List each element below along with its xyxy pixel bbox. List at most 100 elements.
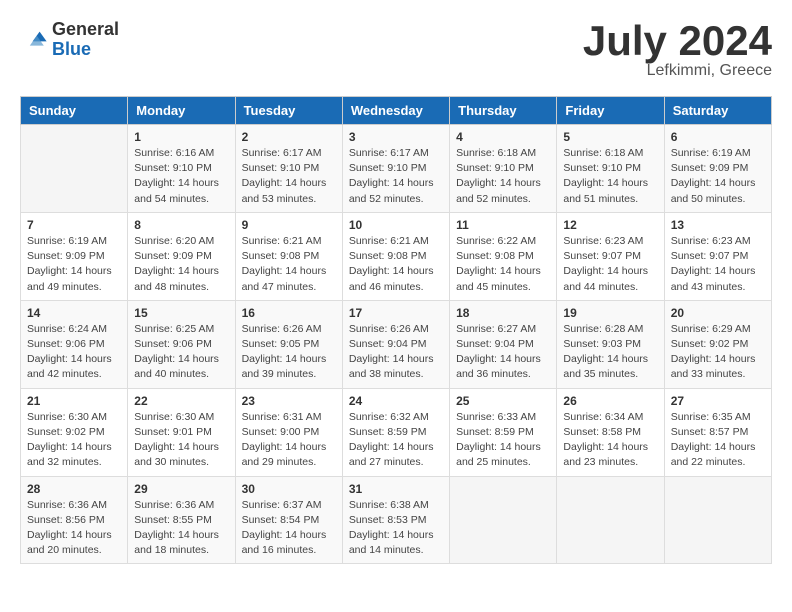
day-number: 31 (349, 482, 443, 496)
day-info: Sunrise: 6:26 AMSunset: 9:04 PMDaylight:… (349, 322, 443, 383)
day-cell (450, 476, 557, 564)
day-cell: 12 Sunrise: 6:23 AMSunset: 9:07 PMDayligh… (557, 212, 664, 300)
day-info: Sunrise: 6:29 AMSunset: 9:02 PMDaylight:… (671, 322, 765, 383)
day-cell: 23 Sunrise: 6:31 AMSunset: 9:00 PMDayligh… (235, 388, 342, 476)
day-number: 5 (563, 130, 657, 144)
location: Lefkimmi, Greece (583, 62, 772, 80)
title-block: July 2024 Lefkimmi, Greece (583, 20, 772, 80)
day-info: Sunrise: 6:23 AMSunset: 9:07 PMDaylight:… (563, 234, 657, 295)
day-cell: 27 Sunrise: 6:35 AMSunset: 8:57 PMDayligh… (664, 388, 771, 476)
day-cell: 3Sunrise: 6:17 AMSunset: 9:10 PMDaylight… (342, 125, 449, 213)
week-row-3: 14 Sunrise: 6:24 AMSunset: 9:06 PMDayligh… (21, 300, 772, 388)
day-number: 1 (134, 130, 228, 144)
day-cell: 2 Sunrise: 6:17 AMSunset: 9:10 PMDaylight… (235, 125, 342, 213)
logo-icon (20, 26, 48, 54)
day-number: 7 (27, 218, 121, 232)
day-number: 23 (242, 394, 336, 408)
day-cell: 28 Sunrise: 6:36 AMSunset: 8:56 PMDayligh… (21, 476, 128, 564)
day-info: Sunrise: 6:18 AMSunset: 9:10 PMDaylight:… (456, 146, 550, 207)
day-info: Sunrise: 6:28 AMSunset: 9:03 PMDaylight:… (563, 322, 657, 383)
header-friday: Friday (557, 97, 664, 125)
day-info: Sunrise: 6:21 AMSunset: 9:08 PMDaylight:… (349, 234, 443, 295)
day-number: 25 (456, 394, 550, 408)
day-info: Sunrise: 6:30 AMSunset: 9:01 PMDaylight:… (134, 410, 228, 471)
day-number: 21 (27, 394, 121, 408)
day-number: 12 (563, 218, 657, 232)
day-cell: 21Sunrise: 6:30 AMSunset: 9:02 PMDayligh… (21, 388, 128, 476)
day-cell (664, 476, 771, 564)
day-info: Sunrise: 6:20 AMSunset: 9:09 PMDaylight:… (134, 234, 228, 295)
day-info: Sunrise: 6:27 AMSunset: 9:04 PMDaylight:… (456, 322, 550, 383)
logo-blue: Blue (52, 40, 119, 60)
day-number: 19 (563, 306, 657, 320)
day-cell: 30Sunrise: 6:37 AMSunset: 8:54 PMDayligh… (235, 476, 342, 564)
day-number: 13 (671, 218, 765, 232)
day-number: 26 (563, 394, 657, 408)
day-info: Sunrise: 6:17 AMSunset: 9:10 PMDaylight:… (242, 146, 336, 207)
header-row: SundayMondayTuesdayWednesdayThursdayFrid… (21, 97, 772, 125)
day-cell: 1Sunrise: 6:16 AMSunset: 9:10 PMDaylight… (128, 125, 235, 213)
day-cell: 22 Sunrise: 6:30 AMSunset: 9:01 PMDayligh… (128, 388, 235, 476)
day-number: 16 (242, 306, 336, 320)
day-number: 27 (671, 394, 765, 408)
day-info: Sunrise: 6:36 AMSunset: 8:55 PMDaylight:… (134, 498, 228, 559)
logo-text: General Blue (52, 20, 119, 60)
day-info: Sunrise: 6:34 AMSunset: 8:58 PMDaylight:… (563, 410, 657, 471)
week-row-4: 21Sunrise: 6:30 AMSunset: 9:02 PMDayligh… (21, 388, 772, 476)
day-info: Sunrise: 6:21 AMSunset: 9:08 PMDaylight:… (242, 234, 336, 295)
day-number: 24 (349, 394, 443, 408)
header-tuesday: Tuesday (235, 97, 342, 125)
day-cell: 14 Sunrise: 6:24 AMSunset: 9:06 PMDayligh… (21, 300, 128, 388)
week-row-5: 28 Sunrise: 6:36 AMSunset: 8:56 PMDayligh… (21, 476, 772, 564)
day-info: Sunrise: 6:24 AMSunset: 9:06 PMDaylight:… (27, 322, 121, 383)
day-info: Sunrise: 6:23 AMSunset: 9:07 PMDaylight:… (671, 234, 765, 295)
day-cell: 17Sunrise: 6:26 AMSunset: 9:04 PMDayligh… (342, 300, 449, 388)
page-header: General Blue July 2024 Lefkimmi, Greece (20, 20, 772, 80)
day-info: Sunrise: 6:19 AMSunset: 9:09 PMDaylight:… (671, 146, 765, 207)
day-cell: 20 Sunrise: 6:29 AMSunset: 9:02 PMDayligh… (664, 300, 771, 388)
day-info: Sunrise: 6:33 AMSunset: 8:59 PMDaylight:… (456, 410, 550, 471)
day-info: Sunrise: 6:36 AMSunset: 8:56 PMDaylight:… (27, 498, 121, 559)
day-cell: 7Sunrise: 6:19 AMSunset: 9:09 PMDaylight… (21, 212, 128, 300)
day-cell: 19 Sunrise: 6:28 AMSunset: 9:03 PMDayligh… (557, 300, 664, 388)
day-number: 4 (456, 130, 550, 144)
day-cell: 31 Sunrise: 6:38 AMSunset: 8:53 PMDayligh… (342, 476, 449, 564)
day-number: 30 (242, 482, 336, 496)
logo-general: General (52, 20, 119, 40)
day-cell: 5Sunrise: 6:18 AMSunset: 9:10 PMDaylight… (557, 125, 664, 213)
day-info: Sunrise: 6:35 AMSunset: 8:57 PMDaylight:… (671, 410, 765, 471)
day-number: 14 (27, 306, 121, 320)
day-cell: 26 Sunrise: 6:34 AMSunset: 8:58 PMDayligh… (557, 388, 664, 476)
day-number: 15 (134, 306, 228, 320)
header-wednesday: Wednesday (342, 97, 449, 125)
day-info: Sunrise: 6:22 AMSunset: 9:08 PMDaylight:… (456, 234, 550, 295)
day-cell (557, 476, 664, 564)
day-number: 2 (242, 130, 336, 144)
day-number: 9 (242, 218, 336, 232)
day-info: Sunrise: 6:31 AMSunset: 9:00 PMDaylight:… (242, 410, 336, 471)
day-cell: 29Sunrise: 6:36 AMSunset: 8:55 PMDayligh… (128, 476, 235, 564)
day-cell: 25 Sunrise: 6:33 AMSunset: 8:59 PMDayligh… (450, 388, 557, 476)
day-cell (21, 125, 128, 213)
logo: General Blue (20, 20, 119, 60)
day-number: 10 (349, 218, 443, 232)
day-cell: 11 Sunrise: 6:22 AMSunset: 9:08 PMDayligh… (450, 212, 557, 300)
header-saturday: Saturday (664, 97, 771, 125)
day-info: Sunrise: 6:38 AMSunset: 8:53 PMDaylight:… (349, 498, 443, 559)
day-number: 18 (456, 306, 550, 320)
day-number: 22 (134, 394, 228, 408)
day-cell: 16Sunrise: 6:26 AMSunset: 9:05 PMDayligh… (235, 300, 342, 388)
header-sunday: Sunday (21, 97, 128, 125)
day-number: 8 (134, 218, 228, 232)
day-number: 6 (671, 130, 765, 144)
day-number: 28 (27, 482, 121, 496)
day-cell: 18 Sunrise: 6:27 AMSunset: 9:04 PMDayligh… (450, 300, 557, 388)
day-cell: 13 Sunrise: 6:23 AMSunset: 9:07 PMDayligh… (664, 212, 771, 300)
day-cell: 10 Sunrise: 6:21 AMSunset: 9:08 PMDayligh… (342, 212, 449, 300)
day-number: 11 (456, 218, 550, 232)
day-cell: 8 Sunrise: 6:20 AMSunset: 9:09 PMDaylight… (128, 212, 235, 300)
day-number: 20 (671, 306, 765, 320)
day-cell: 6 Sunrise: 6:19 AMSunset: 9:09 PMDaylight… (664, 125, 771, 213)
month-title: July 2024 (583, 20, 772, 62)
week-row-2: 7Sunrise: 6:19 AMSunset: 9:09 PMDaylight… (21, 212, 772, 300)
